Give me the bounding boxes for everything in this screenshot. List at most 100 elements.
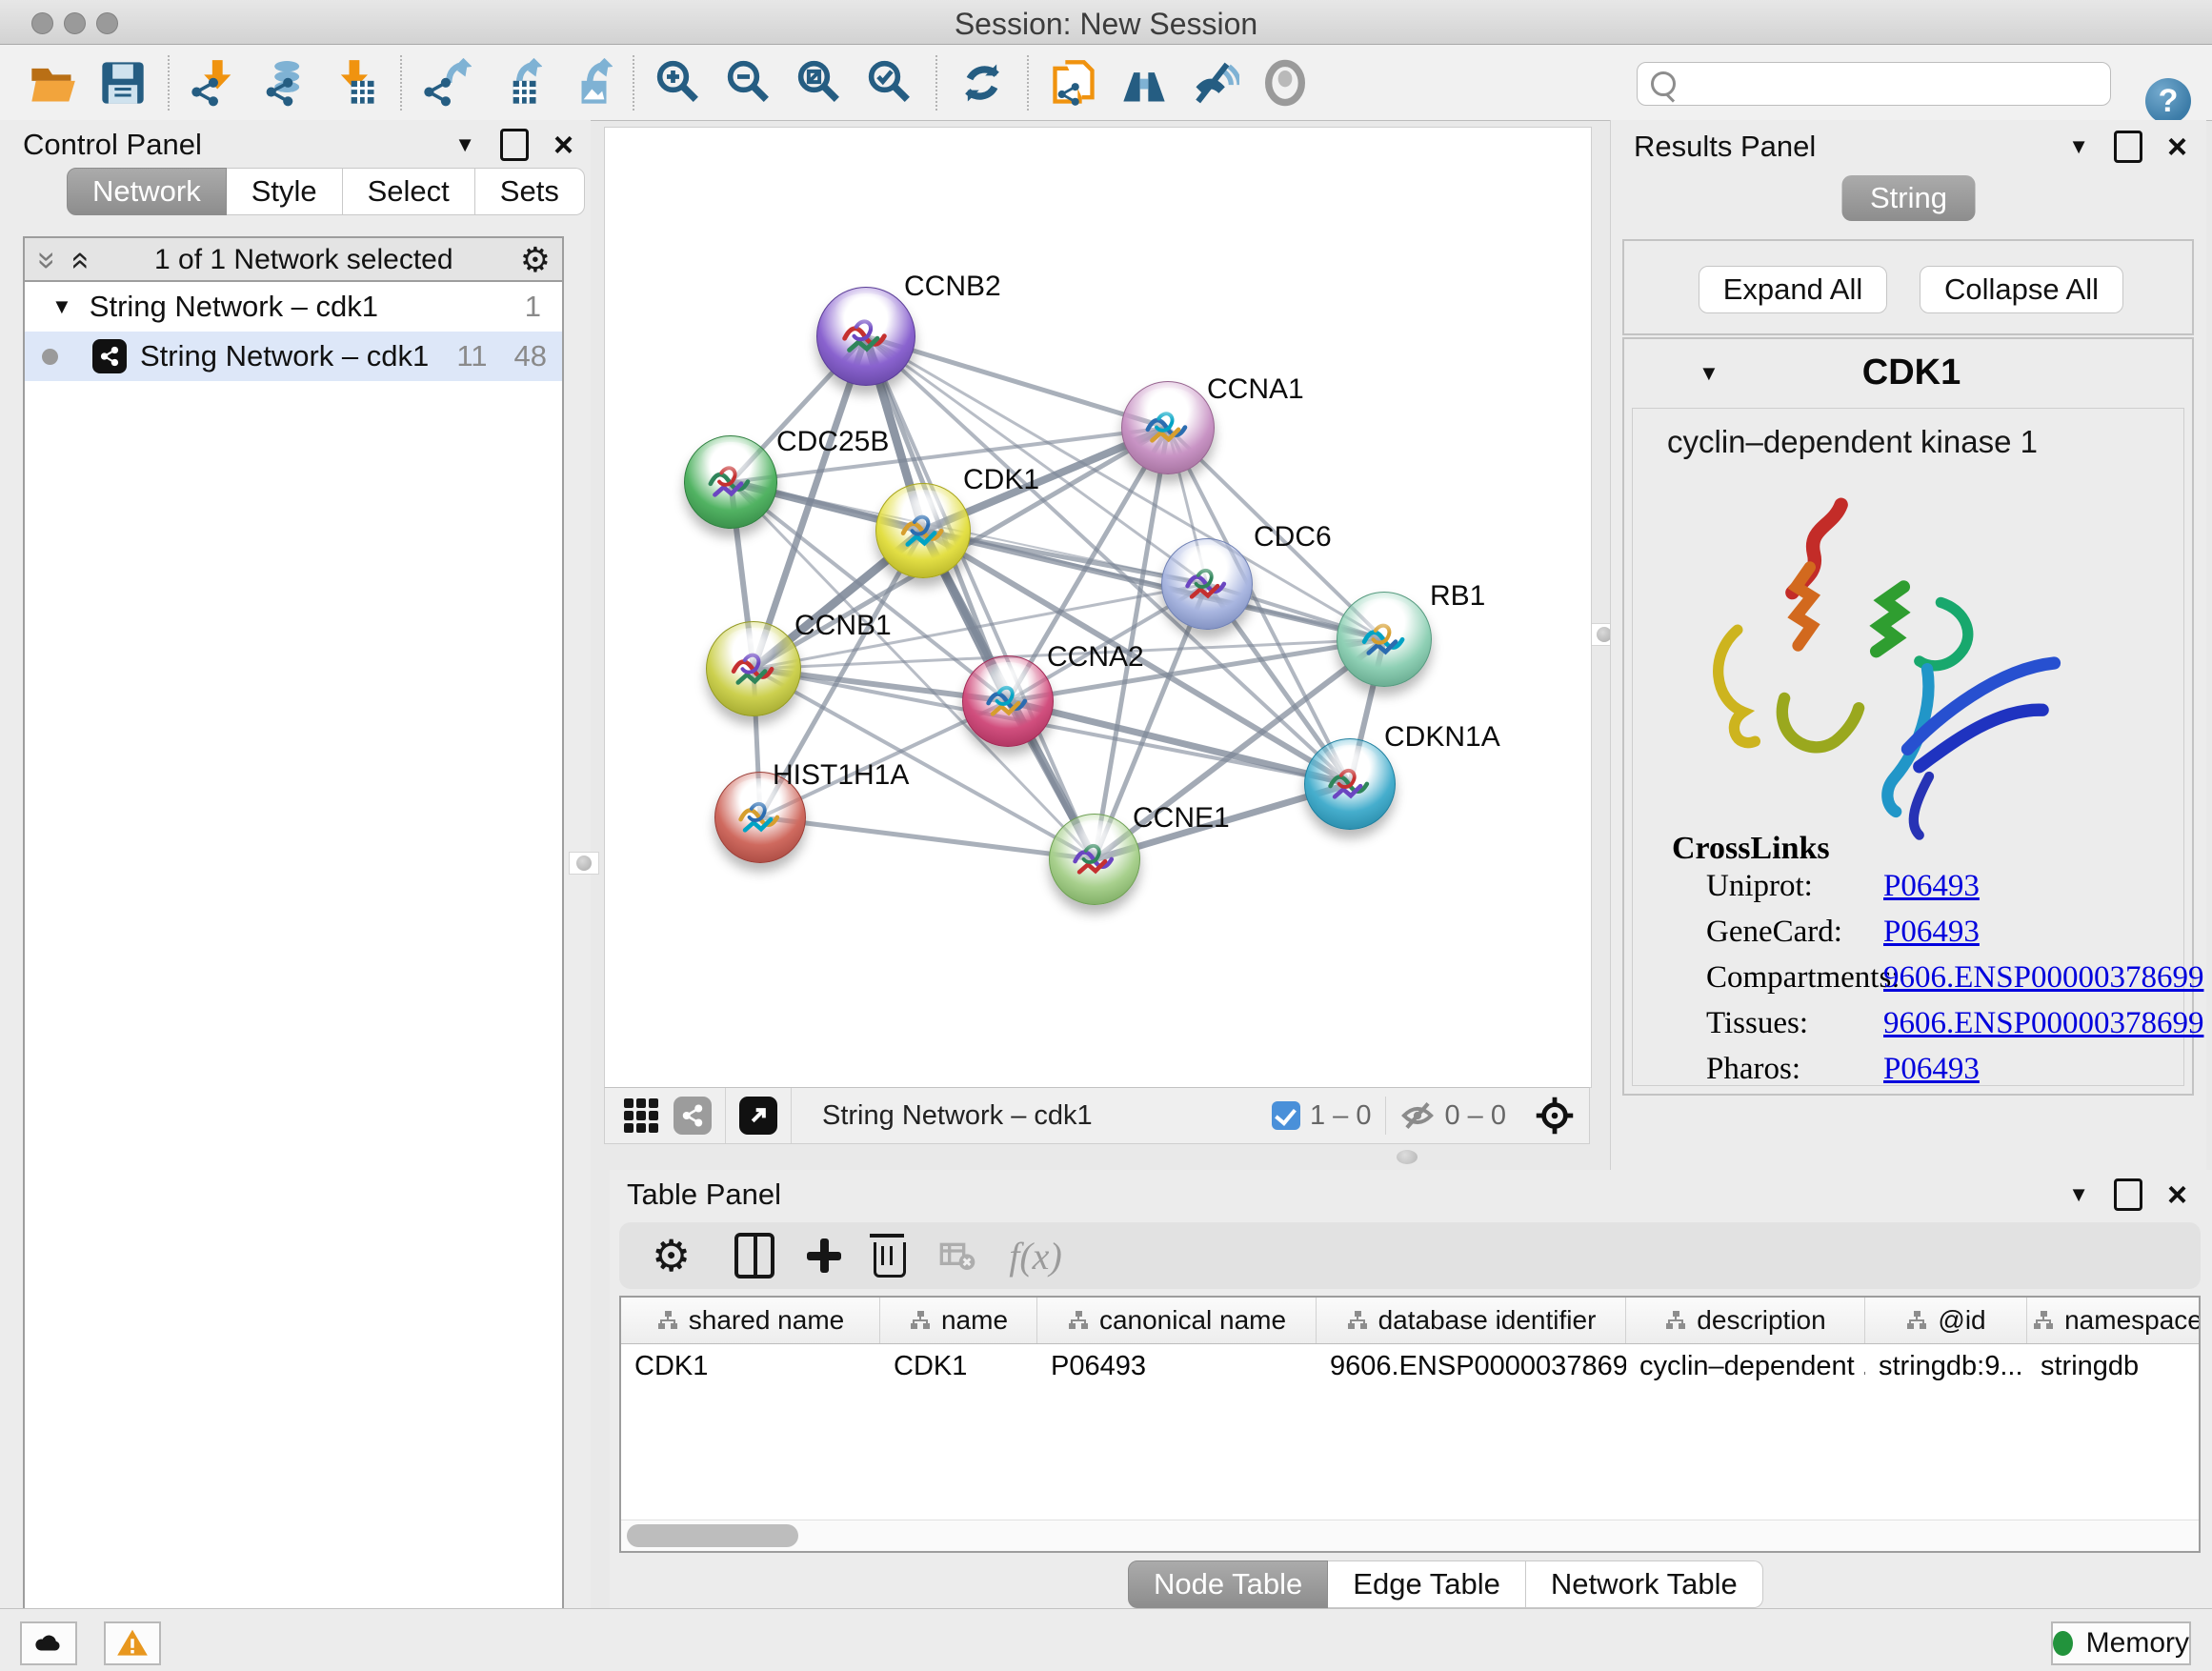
- tab-select[interactable]: Select: [343, 168, 475, 215]
- table-row[interactable]: CDK1CDK1P064939606.ENSP00000378699cyclin…: [621, 1344, 2199, 1388]
- network-options-gear-icon[interactable]: ⚙: [520, 241, 551, 280]
- import-network-from-database-icon[interactable]: [258, 56, 312, 110]
- close-panel-icon[interactable]: ×: [553, 135, 573, 154]
- export-table-icon[interactable]: [491, 56, 544, 110]
- node-table[interactable]: shared namenamecanonical namedatabase id…: [619, 1296, 2201, 1553]
- table-hscrollbar-thumb[interactable]: [627, 1524, 798, 1547]
- collapse-results-icon[interactable]: ▼: [2068, 134, 2089, 159]
- network-node-cdc6[interactable]: [1161, 538, 1253, 630]
- column-header-at-id[interactable]: @id: [1865, 1298, 2027, 1343]
- crosslink-link[interactable]: P06493: [1883, 915, 1980, 950]
- network-node-ccne1[interactable]: [1049, 814, 1140, 905]
- crosslink-link[interactable]: P06493: [1883, 869, 1980, 904]
- crosslink-link[interactable]: 9606.ENSP00000378699: [1883, 1006, 2203, 1041]
- close-table-icon[interactable]: ×: [2167, 1185, 2187, 1204]
- tab-edge-table[interactable]: Edge Table: [1328, 1560, 1526, 1608]
- table-cell[interactable]: cyclin–dependent ...: [1626, 1351, 1865, 1382]
- birds-eye-view-icon[interactable]: [1258, 56, 1312, 110]
- tab-string[interactable]: String: [1841, 175, 1976, 221]
- show-columns-icon[interactable]: [734, 1233, 774, 1278]
- search-box[interactable]: [1637, 62, 2111, 106]
- zoom-fit-icon[interactable]: [794, 56, 847, 110]
- network-node-ccna1[interactable]: [1121, 381, 1215, 474]
- table-cell[interactable]: CDK1: [880, 1351, 1037, 1382]
- column-header-database-identifier[interactable]: database identifier: [1317, 1298, 1626, 1343]
- table-cell[interactable]: P06493: [1037, 1351, 1317, 1382]
- float-results-icon[interactable]: [2114, 131, 2142, 163]
- export-network-icon[interactable]: [420, 56, 473, 110]
- collapse-table-icon[interactable]: ▼: [2068, 1182, 2089, 1207]
- memory-status-dot-icon: [2053, 1631, 2073, 1656]
- hidden-counts: 0 – 0: [1445, 1100, 1507, 1132]
- collapse-panel-icon[interactable]: ▼: [454, 132, 475, 157]
- column-header-name[interactable]: name: [880, 1298, 1037, 1343]
- tab-style[interactable]: Style: [227, 168, 343, 215]
- selected-items-checkbox-icon[interactable]: [1272, 1101, 1300, 1130]
- column-header-namespace[interactable]: namespace: [2027, 1298, 2201, 1343]
- gene-expander-icon[interactable]: ▼: [1699, 361, 1719, 386]
- tab-node-table[interactable]: Node Table: [1128, 1560, 1328, 1608]
- node-label: CDK1: [963, 464, 1039, 496]
- network-node-cdkn1a[interactable]: [1304, 738, 1396, 830]
- binoculars-icon[interactable]: [1117, 56, 1171, 110]
- network-node-ccna2[interactable]: [962, 655, 1054, 747]
- import-network-from-file-icon[interactable]: [188, 56, 241, 110]
- column-header-shared-name[interactable]: shared name: [621, 1298, 880, 1343]
- network-node-cdk1[interactable]: [875, 483, 971, 578]
- gene-description: cyclin–dependent kinase 1: [1667, 424, 2183, 460]
- export-image-icon[interactable]: [561, 56, 614, 110]
- table-cell[interactable]: CDK1: [621, 1351, 880, 1382]
- grid-view-icon[interactable]: [624, 1098, 658, 1133]
- tab-network[interactable]: Network: [67, 168, 227, 215]
- network-node-ccnb1[interactable]: [706, 621, 801, 716]
- help-button[interactable]: ?: [2145, 78, 2191, 124]
- collapse-all-button[interactable]: Collapse All: [1920, 266, 2123, 313]
- column-header-canonical-name[interactable]: canonical name: [1037, 1298, 1317, 1343]
- bottom-splitter-handle[interactable]: [1397, 1150, 1418, 1164]
- network-node-ccnb2[interactable]: [816, 287, 915, 386]
- table-cell[interactable]: 9606.ENSP00000378699: [1317, 1351, 1626, 1382]
- hide-graphics-details-icon[interactable]: [1188, 56, 1241, 110]
- close-results-icon[interactable]: ×: [2167, 137, 2187, 156]
- network-node-cdc25b[interactable]: [684, 435, 777, 529]
- save-session-icon[interactable]: [96, 56, 150, 110]
- tab-network-table[interactable]: Network Table: [1526, 1560, 1763, 1608]
- zoom-in-icon[interactable]: [653, 56, 706, 110]
- network-canvas[interactable]: CCNB2 CCNA1 CDC25B CDK1 CDC6 RB1: [604, 127, 1592, 1088]
- paste-style-icon[interactable]: [1047, 56, 1100, 110]
- delete-column-icon[interactable]: [874, 1235, 906, 1278]
- network-edge[interactable]: [760, 817, 1095, 859]
- toolbar-separator: [633, 55, 634, 111]
- table-cell[interactable]: stringdb:9...: [1865, 1351, 2027, 1382]
- float-table-icon[interactable]: [2114, 1178, 2142, 1211]
- table-options-gear-icon[interactable]: ⚙: [652, 1230, 691, 1281]
- tab-sets[interactable]: Sets: [475, 168, 585, 215]
- expand-all-button[interactable]: Expand All: [1699, 266, 1887, 313]
- collection-expander-icon[interactable]: ▼: [51, 294, 72, 319]
- open-in-new-window-icon[interactable]: [739, 1097, 777, 1135]
- open-session-icon[interactable]: [26, 56, 79, 110]
- add-column-icon[interactable]: [807, 1238, 841, 1273]
- zoom-selected-icon[interactable]: [864, 56, 917, 110]
- network-collection-row[interactable]: ▼ String Network – cdk1 1: [25, 282, 562, 332]
- network-row[interactable]: String Network – cdk1 11 48: [25, 332, 562, 381]
- warnings-button[interactable]: [104, 1621, 161, 1665]
- table-hscrollbar[interactable]: [621, 1520, 2199, 1551]
- float-panel-icon[interactable]: [500, 129, 529, 161]
- birds-eye-crosshair-icon[interactable]: [1534, 1095, 1576, 1137]
- edge-count: 48: [514, 339, 547, 373]
- search-input[interactable]: [1685, 68, 2110, 100]
- crosslink-link[interactable]: P06493: [1883, 1052, 1980, 1087]
- column-header-description[interactable]: description: [1626, 1298, 1865, 1343]
- crosslink-link[interactable]: 9606.ENSP00000378699: [1883, 960, 2203, 996]
- import-table-from-file-icon[interactable]: [329, 56, 382, 110]
- network-node-rb1[interactable]: [1337, 592, 1432, 687]
- table-cell[interactable]: stringdb: [2027, 1351, 2201, 1382]
- memory-button[interactable]: Memory: [2051, 1621, 2191, 1665]
- left-splitter-handle[interactable]: [569, 852, 599, 875]
- cloud-button[interactable]: [20, 1621, 77, 1665]
- collapse-all-networks-icon[interactable]: »: [60, 252, 97, 270]
- refresh-view-icon[interactable]: [955, 56, 1009, 110]
- zoom-out-icon[interactable]: [723, 56, 776, 110]
- share-network-icon[interactable]: [674, 1097, 712, 1135]
